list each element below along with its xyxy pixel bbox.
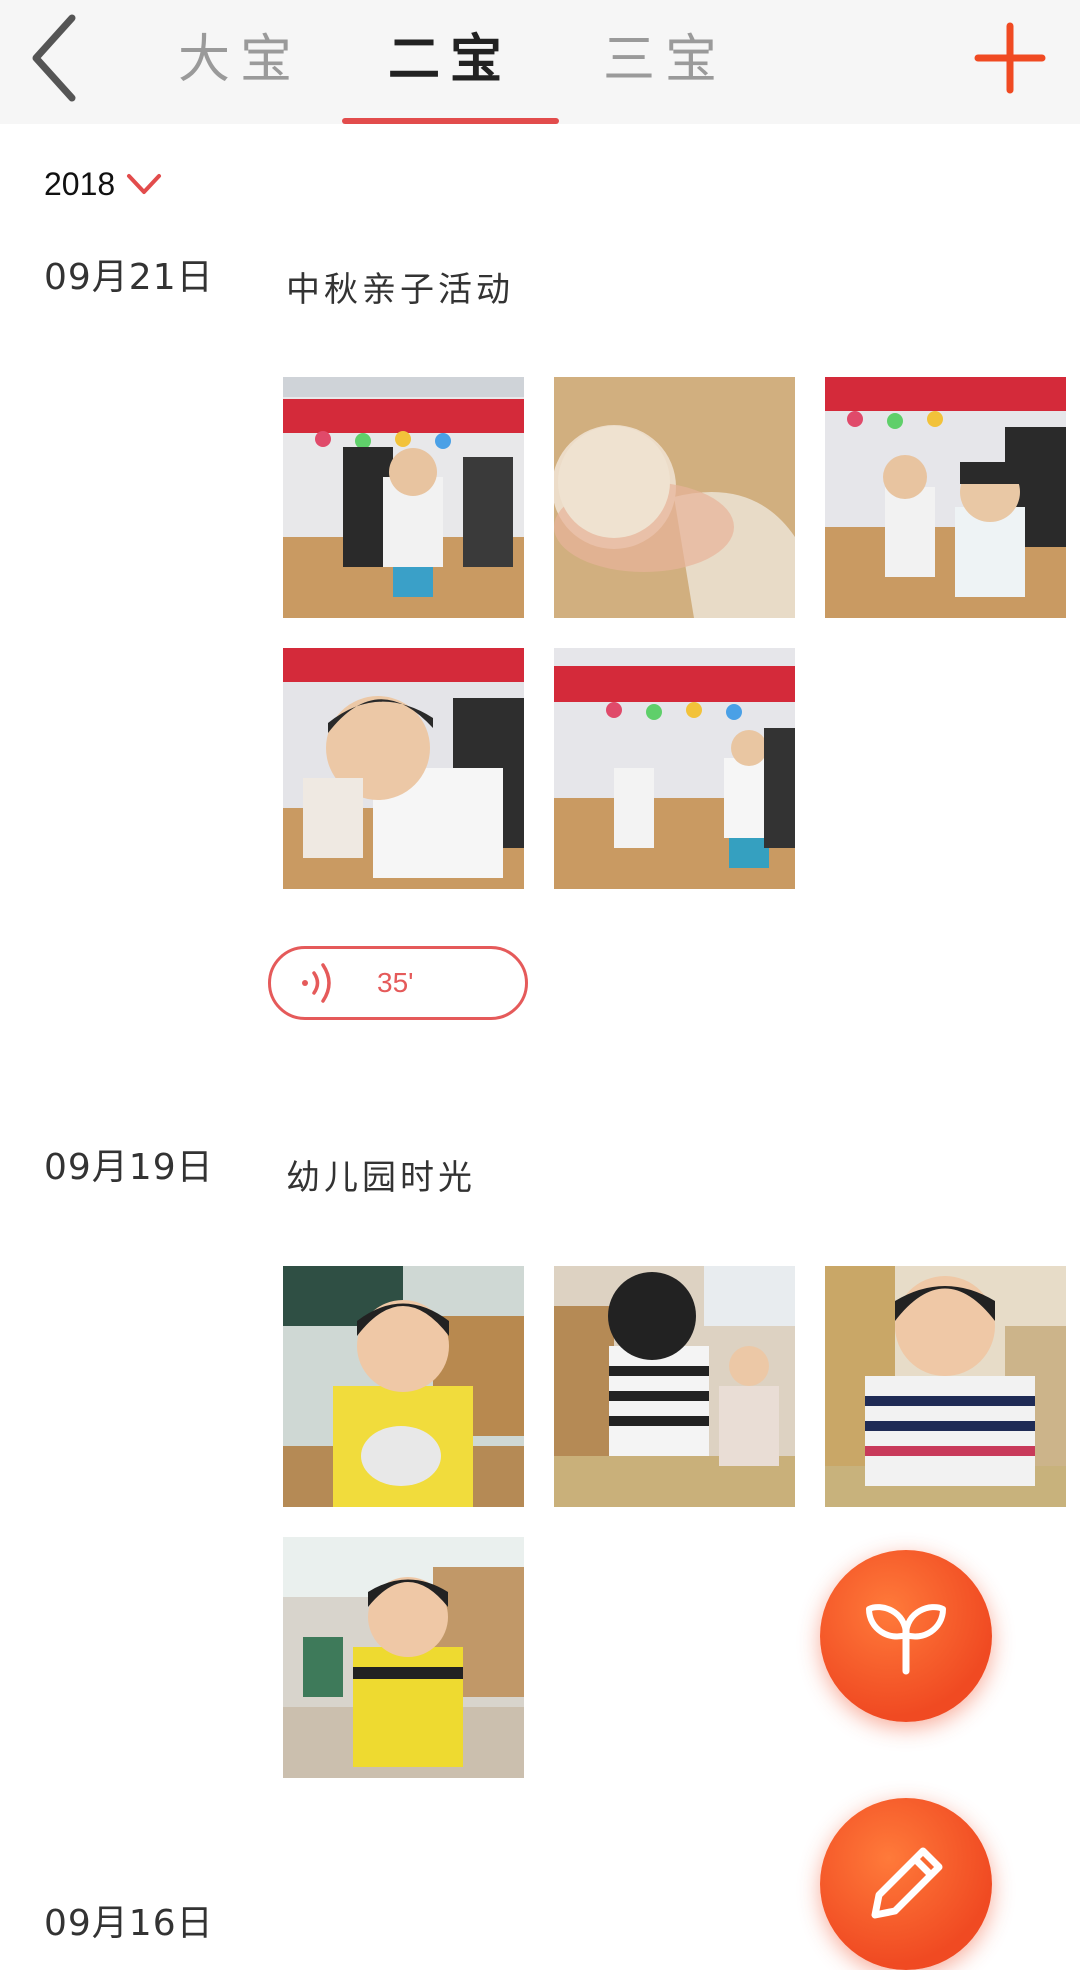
entry-photo[interactable] <box>825 1266 1066 1507</box>
plus-icon <box>974 22 1046 94</box>
photo-thumbnail <box>554 377 795 618</box>
photo-thumbnail <box>554 648 795 889</box>
entry-photo[interactable] <box>283 1266 524 1507</box>
entry-title[interactable]: 中秋亲子活动 <box>286 262 514 311</box>
sprout-fab[interactable] <box>820 1550 992 1722</box>
photo-thumbnail <box>283 377 524 618</box>
entry-date: 09月19日 <box>44 1147 214 1188</box>
chevron-down-icon <box>127 174 162 194</box>
entry-photo[interactable] <box>554 1266 795 1507</box>
entry-date: 09月21日 <box>44 257 214 298</box>
photo-thumbnail <box>283 648 524 889</box>
photo-thumbnail <box>554 1266 795 1507</box>
add-button[interactable] <box>970 18 1050 98</box>
entry-photo[interactable] <box>825 377 1066 618</box>
entry-photo[interactable] <box>554 648 795 889</box>
photo-thumbnail <box>825 1266 1066 1507</box>
photo-thumbnail <box>825 377 1066 618</box>
entry-photo[interactable] <box>283 377 524 618</box>
entry-title[interactable]: 幼儿园时光 <box>286 1150 476 1199</box>
entry-photo[interactable] <box>554 377 795 618</box>
active-tab-indicator <box>342 118 559 124</box>
entry-date: 09月16日 <box>44 1903 214 1944</box>
tab-sanbao[interactable]: 三宝 <box>575 20 755 100</box>
entry-photo[interactable] <box>283 1537 524 1778</box>
pencil-icon <box>871 1847 943 1919</box>
year-value: 2018 <box>44 165 116 202</box>
edit-fab[interactable] <box>820 1798 992 1970</box>
sound-wave-icon <box>302 963 331 1003</box>
photo-thumbnail <box>283 1266 524 1507</box>
tab-dabao[interactable]: 大宝 <box>150 20 330 100</box>
audio-duration: 35' <box>377 967 414 998</box>
chevron-left-icon <box>32 14 76 102</box>
year-filter[interactable]: 2018 <box>44 158 163 210</box>
audio-clip-button[interactable]: 35' <box>268 946 528 1020</box>
top-bar: 大宝 二宝 三宝 <box>0 0 1080 124</box>
back-button[interactable] <box>22 10 92 106</box>
tab-erbao[interactable]: 二宝 <box>360 20 540 100</box>
entry-photo[interactable] <box>283 648 524 889</box>
sprout-icon <box>866 1604 946 1675</box>
photo-thumbnail <box>283 1537 524 1778</box>
